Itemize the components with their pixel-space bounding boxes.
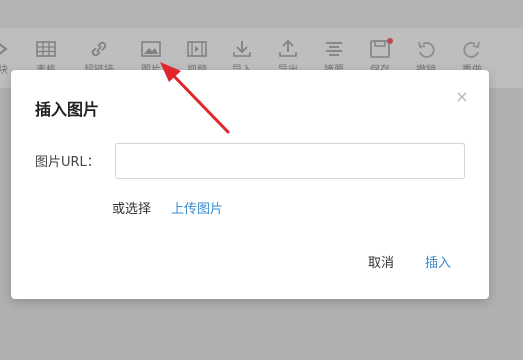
annotation-arrow xyxy=(160,62,230,134)
